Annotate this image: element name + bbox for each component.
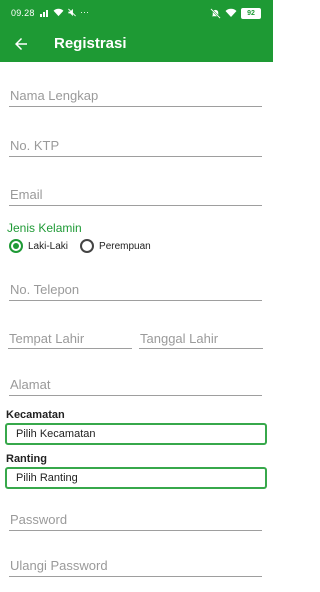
tempat-lahir-field[interactable]: Tempat Lahir <box>9 331 84 346</box>
battery-icon: 92 <box>241 7 261 19</box>
email-field[interactable]: Email <box>10 187 43 202</box>
nama-lengkap-underline <box>9 106 262 107</box>
ranting-select-value: Pilih Ranting <box>16 472 78 484</box>
radio-option-perempuan[interactable]: Perempuan <box>80 239 151 253</box>
alamat-underline <box>9 395 262 396</box>
kecamatan-label: Kecamatan <box>6 409 65 421</box>
status-time: 09.28 <box>11 8 35 18</box>
tanggal-lahir-field[interactable]: Tanggal Lahir <box>140 331 218 346</box>
no-ktp-field[interactable]: No. KTP <box>10 138 59 153</box>
password-field[interactable]: Password <box>10 512 67 527</box>
jenis-kelamin-radio-group: Laki-Laki Perempuan <box>9 239 163 253</box>
no-telepon-field[interactable]: No. Telepon <box>10 282 79 297</box>
mute-icon <box>68 8 76 17</box>
app-bar: Registrasi <box>0 26 273 62</box>
radio-option-laki-laki[interactable]: Laki-Laki <box>9 239 68 253</box>
page-title: Registrasi <box>54 35 127 52</box>
ranting-select[interactable]: Pilih Ranting <box>5 467 267 489</box>
status-right-icons: 92 <box>210 7 261 19</box>
alamat-field[interactable]: Alamat <box>10 377 50 392</box>
kecamatan-select[interactable]: Pilih Kecamatan <box>5 423 267 445</box>
wifi-icon <box>53 8 64 17</box>
kecamatan-select-value: Pilih Kecamatan <box>16 428 96 440</box>
wifi-icon <box>225 8 237 17</box>
tanggal-lahir-underline <box>139 348 263 349</box>
radio-label-perempuan: Perempuan <box>99 240 151 252</box>
no-ktp-underline <box>9 156 262 157</box>
radio-button-checked[interactable] <box>9 239 23 253</box>
radio-label-laki-laki: Laki-Laki <box>28 240 69 252</box>
email-underline <box>9 205 262 206</box>
ulangi-password-field[interactable]: Ulangi Password <box>10 558 108 573</box>
status-left-icons: ··· <box>40 7 89 18</box>
ulangi-password-underline <box>9 576 262 577</box>
password-underline <box>9 530 262 531</box>
jenis-kelamin-label: Jenis Kelamin <box>7 221 82 235</box>
status-bar: 09.28 ··· 92 <box>0 0 273 26</box>
ranting-label: Ranting <box>6 453 47 465</box>
arrow-left-icon[interactable] <box>12 35 30 53</box>
nama-lengkap-field[interactable]: Nama Lengkap <box>10 88 98 103</box>
radio-button-unchecked[interactable] <box>80 239 95 253</box>
status-more-icon: ··· <box>80 7 89 17</box>
tempat-lahir-underline <box>8 348 132 349</box>
mute-icon <box>210 7 221 19</box>
signal-icon <box>40 10 48 17</box>
no-telepon-underline <box>9 300 262 301</box>
